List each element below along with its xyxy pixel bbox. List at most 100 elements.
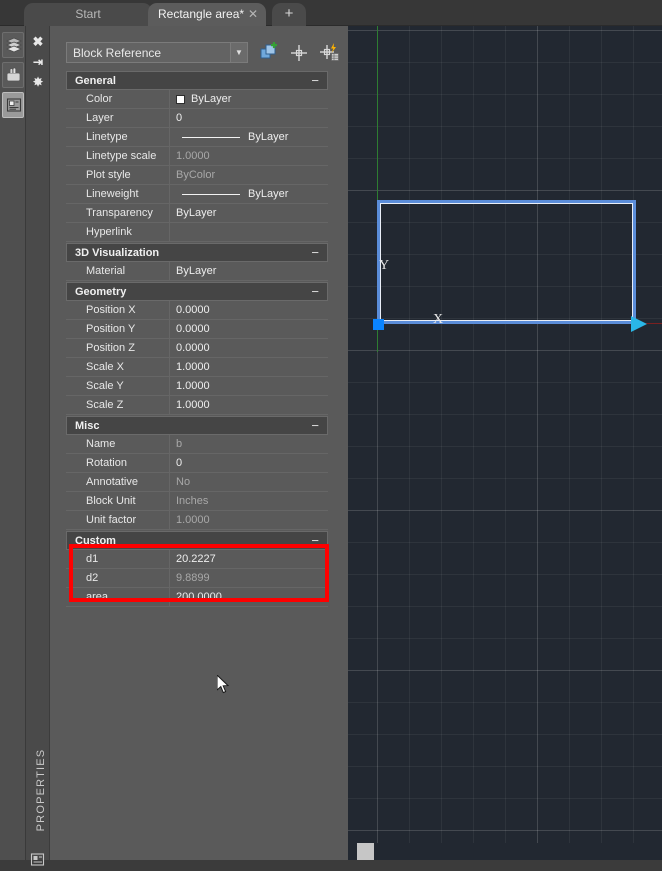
property-value[interactable]: 1.0000	[170, 358, 328, 377]
property-value[interactable]: ByLayer	[170, 90, 328, 109]
property-value[interactable]: 20.2227	[170, 550, 328, 569]
property-row[interactable]: Unit factor 1.0000	[66, 510, 328, 530]
tab-start-label: Start	[75, 7, 101, 21]
tab-close-icon[interactable]: ✕	[248, 3, 258, 26]
category-header-custom[interactable]: Custom −	[66, 531, 328, 550]
property-value-text: ByLayer	[176, 206, 217, 219]
properties-panel-title-strip: ✖ ⇥ ✸ PROPERTIES	[26, 26, 50, 866]
property-value[interactable]: 9.8899	[170, 569, 328, 588]
property-row[interactable]: Position Z 0.0000	[66, 338, 328, 358]
collapse-icon[interactable]: −	[311, 72, 319, 89]
mouse-cursor	[216, 673, 230, 695]
select-objects-button[interactable]	[258, 42, 280, 64]
collapse-icon[interactable]: −	[311, 244, 319, 261]
property-row[interactable]: Material ByLayer	[66, 261, 328, 281]
property-label: Rotation	[66, 453, 170, 473]
category-header-geometry[interactable]: Geometry −	[66, 282, 328, 301]
ucs-x-label: X	[433, 312, 444, 327]
chevron-down-icon[interactable]: ▼	[230, 43, 247, 62]
property-value[interactable]: ByColor	[170, 166, 328, 185]
property-row[interactable]: Block Unit Inches	[66, 491, 328, 511]
property-value[interactable]: 1.0000	[170, 147, 328, 166]
property-value-text: 0	[176, 111, 183, 124]
property-row[interactable]: Layer 0	[66, 108, 328, 128]
property-value[interactable]: ByLayer	[170, 128, 328, 147]
property-row[interactable]: d2 9.8899	[66, 568, 328, 588]
property-row[interactable]: d1 20.2227	[66, 549, 328, 569]
property-row[interactable]: Position Y 0.0000	[66, 319, 328, 339]
property-value[interactable]: 1.0000	[170, 396, 328, 415]
property-value[interactable]: ByLayer	[170, 204, 328, 223]
selected-rectangle[interactable]	[377, 200, 636, 324]
property-row[interactable]: Scale Y 1.0000	[66, 376, 328, 396]
properties-panel: Block Reference ▼ General − Color ByLaye…	[50, 26, 341, 860]
tab-start[interactable]: Start	[24, 3, 152, 26]
property-value[interactable]: 0	[170, 109, 328, 128]
collapse-icon[interactable]: −	[311, 532, 319, 549]
property-value[interactable]: 0.0000	[170, 320, 328, 339]
arrow-grip[interactable]	[631, 316, 647, 332]
property-row[interactable]: Linetype ByLayer	[66, 127, 328, 147]
property-value-text: 9.8899	[176, 571, 210, 584]
property-value[interactable]: No	[170, 473, 328, 492]
properties-icon[interactable]	[2, 92, 24, 118]
new-tab-button[interactable]: +	[272, 3, 306, 26]
property-value-text: 20.2227	[176, 552, 216, 565]
property-label: Annotative	[66, 472, 170, 492]
layers-icon[interactable]	[2, 32, 24, 58]
property-value[interactable]: ByLayer	[170, 262, 328, 281]
property-value[interactable]	[170, 223, 328, 242]
property-row[interactable]: Linetype scale 1.0000	[66, 146, 328, 166]
category-title: Custom	[75, 534, 116, 547]
property-value[interactable]: 1.0000	[170, 377, 328, 396]
auto-hide-icon[interactable]: ⇥	[30, 54, 46, 70]
panel-settings-icon[interactable]: ✸	[30, 74, 46, 90]
collapse-icon[interactable]: −	[311, 283, 319, 300]
property-row[interactable]: Transparency ByLayer	[66, 203, 328, 223]
horizontal-scrollbar[interactable]	[348, 843, 662, 860]
pan-hand-icon[interactable]	[2, 62, 24, 88]
property-row[interactable]: Name b	[66, 434, 328, 454]
quick-select-button[interactable]	[288, 42, 310, 64]
category-header-3d-visualization[interactable]: 3D Visualization −	[66, 243, 328, 262]
property-value[interactable]: Inches	[170, 492, 328, 511]
left-tool-rail	[0, 26, 26, 860]
property-value[interactable]: 0.0000	[170, 301, 328, 320]
property-value-text: 1.0000	[176, 513, 210, 526]
tab-rectangle-area[interactable]: Rectangle area* ✕	[148, 3, 266, 26]
property-value-text: ByLayer	[248, 130, 289, 143]
property-row[interactable]: Annotative No	[66, 472, 328, 492]
property-value[interactable]: 0	[170, 454, 328, 473]
property-row[interactable]: Hyperlink	[66, 222, 328, 242]
category-header-general[interactable]: General −	[66, 71, 328, 90]
property-value[interactable]: 0.0000	[170, 339, 328, 358]
property-label: Position Y	[66, 319, 170, 339]
property-label: Unit factor	[66, 510, 170, 530]
property-row[interactable]: Rotation 0	[66, 453, 328, 473]
category-title: 3D Visualization	[75, 246, 160, 259]
close-icon[interactable]: ✖	[30, 34, 46, 50]
object-type-value: Block Reference	[73, 45, 162, 60]
property-row[interactable]: Color ByLayer	[66, 89, 328, 109]
category-header-misc[interactable]: Misc −	[66, 416, 328, 435]
property-value[interactable]: b	[170, 435, 328, 454]
object-type-dropdown[interactable]: Block Reference ▼	[66, 42, 248, 63]
property-row[interactable]: Position X 0.0000	[66, 300, 328, 320]
property-row[interactable]: Scale Z 1.0000	[66, 395, 328, 415]
collapse-icon[interactable]: −	[311, 417, 319, 434]
property-label: Hyperlink	[66, 222, 170, 242]
property-row[interactable]: Lineweight ByLayer	[66, 184, 328, 204]
quick-select-table-button[interactable]	[318, 42, 340, 64]
property-value[interactable]: 1.0000	[170, 511, 328, 530]
property-value[interactable]: 200.0000	[170, 588, 328, 607]
property-label: Lineweight	[66, 184, 170, 204]
origin-grip[interactable]	[373, 319, 384, 330]
property-value[interactable]: ByLayer	[170, 185, 328, 204]
horizontal-scrollbar-thumb[interactable]	[357, 843, 374, 860]
drawing-canvas[interactable]: Y X	[341, 26, 662, 860]
property-label: Position Z	[66, 338, 170, 358]
property-value-text: Inches	[176, 494, 209, 507]
property-row[interactable]: area 200.0000	[66, 587, 328, 607]
property-row[interactable]: Plot style ByColor	[66, 165, 328, 185]
property-row[interactable]: Scale X 1.0000	[66, 357, 328, 377]
